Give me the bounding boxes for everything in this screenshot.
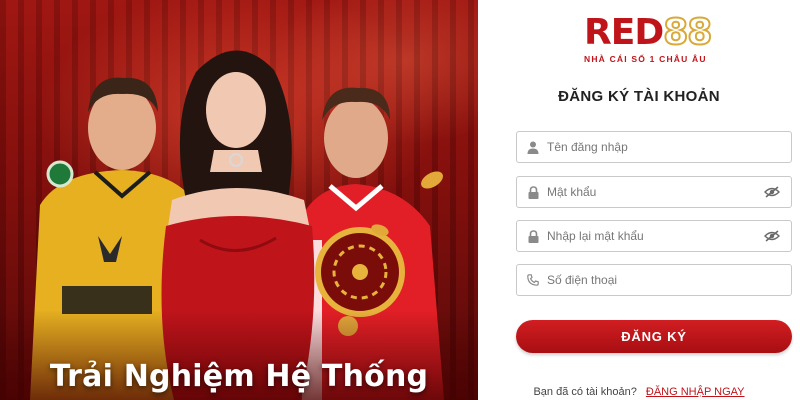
logo-wordmark: RED88 <box>584 12 734 53</box>
phone-input[interactable] <box>547 273 781 287</box>
password-field[interactable] <box>516 176 792 208</box>
phone-field[interactable] <box>516 264 792 296</box>
form-title: ĐĂNG KÝ TÀI KHOẢN <box>558 88 720 105</box>
eye-slash-icon[interactable] <box>763 185 781 199</box>
banner-title: Trải Nghiệm Hệ Thống <box>49 359 429 394</box>
lock-icon <box>525 184 541 200</box>
login-prompt-text: Bạn đã có tài khoản? <box>533 386 637 398</box>
login-now-link[interactable]: ĐĂNG NHẬP NGAY <box>646 386 745 398</box>
brand-logo[interactable]: RED88 NHÀ CÁI SỐ 1 CHÂU ÂU <box>584 12 734 65</box>
roulette-wheel-decoration <box>315 227 405 317</box>
logo-digits: 88 <box>662 12 713 53</box>
phone-icon <box>525 272 541 288</box>
register-button[interactable]: ĐĂNG KÝ <box>516 320 792 353</box>
password-input[interactable] <box>547 185 763 199</box>
register-panel: RED88 NHÀ CÁI SỐ 1 CHÂU ÂU ĐĂNG KÝ TÀI K… <box>478 0 800 400</box>
user-icon <box>525 139 541 155</box>
username-input[interactable] <box>547 140 781 154</box>
confirm-password-input[interactable] <box>547 229 763 243</box>
logo-tagline: NHÀ CÁI SỐ 1 CHÂU ÂU <box>584 54 707 64</box>
confirm-password-field[interactable] <box>516 220 792 252</box>
lock-icon <box>525 228 541 244</box>
username-field[interactable] <box>516 131 792 163</box>
login-prompt-row: Bạn đã có tài khoản? ĐĂNG NHẬP NGAY <box>478 386 800 398</box>
promo-banner: ar Trải Nghiệm Hệ Thống <box>0 0 478 400</box>
logo-main-text: RED <box>584 12 664 53</box>
eye-slash-icon[interactable] <box>763 229 781 243</box>
